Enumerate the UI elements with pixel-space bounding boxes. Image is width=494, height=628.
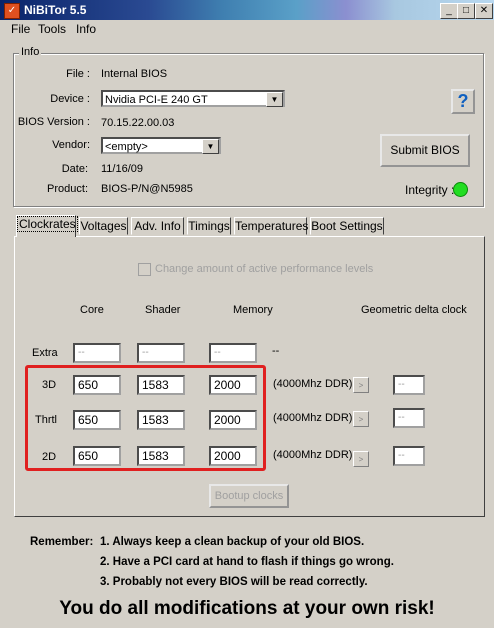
device-select-value: Nvidia PCI-E 240 GT (105, 94, 208, 106)
help-button[interactable]: ? (451, 89, 475, 114)
shader-header: Shader (145, 304, 181, 316)
row-thrtl-arrow-button[interactable]: > (353, 411, 369, 427)
core-header: Core (80, 304, 104, 316)
date-label: Date: (61, 163, 88, 175)
extra-label: Extra (32, 347, 58, 359)
extra-core-input[interactable]: -- (73, 343, 121, 363)
note-line-3: 3. Probably not every BIOS will be read … (100, 576, 368, 588)
window-title: NiBiTor 5.5 (24, 3, 87, 17)
tab-timings[interactable]: Timings (187, 217, 231, 235)
row-2d-ddr-label: (4000Mhz DDR) (273, 449, 353, 461)
tab-clockrates-label: Clockrates (17, 216, 78, 232)
menu-info[interactable]: Info (76, 22, 96, 36)
performance-levels-checkbox[interactable] (138, 263, 151, 276)
maximize-button[interactable]: □ (457, 3, 475, 19)
note-line-2: 2. Have a PCI card at hand to flash if t… (100, 556, 394, 568)
chevron-down-icon[interactable]: ▼ (202, 139, 219, 154)
file-value: Internal BIOS (101, 68, 168, 80)
date-value: 11/16/09 (101, 163, 144, 175)
vendor-select-value: <empty> (105, 141, 148, 153)
extra-ddr-label: -- (272, 345, 280, 357)
integrity-label: Integrity : (405, 183, 455, 197)
bios-version-value: 70.15.22.00.03 (101, 117, 175, 129)
row-2d-geo-input[interactable]: -- (393, 446, 425, 466)
row-thrtl-ddr-label: (4000Mhz DDR) (273, 412, 353, 424)
memory-header: Memory (233, 304, 273, 316)
extra-memory-input[interactable]: -- (209, 343, 257, 363)
row-2d-arrow-button[interactable]: > (353, 451, 369, 467)
product-value: BIOS-P/N@N5985 (101, 183, 193, 195)
tab-temperatures[interactable]: Temperatures (234, 217, 308, 235)
bios-version-label: BIOS Version : (17, 116, 90, 128)
row-3d-geo-input[interactable]: -- (393, 375, 425, 395)
info-group-label: Info (19, 46, 42, 58)
row-3d-ddr-label: (4000Mhz DDR) (273, 378, 353, 390)
close-button[interactable]: ✕ (475, 3, 493, 19)
vendor-label: Vendor: (52, 139, 90, 151)
submit-bios-button[interactable]: Submit BIOS (380, 134, 470, 167)
extra-shader-input[interactable]: -- (137, 343, 185, 363)
tab-voltages[interactable]: Voltages (79, 217, 128, 235)
vendor-select[interactable]: <empty> ▼ (101, 137, 221, 154)
remember-label: Remember: (30, 536, 94, 548)
note-line-1: 1. Always keep a clean backup of your ol… (100, 536, 365, 548)
bootup-clocks-button[interactable]: Bootup clocks (209, 484, 289, 508)
tab-clockrates[interactable]: Clockrates (16, 215, 78, 237)
help-icon: ? (457, 91, 469, 111)
file-label: File : (66, 68, 90, 80)
tab-adv-info[interactable]: Adv. Info (131, 217, 184, 235)
integrity-indicator (453, 182, 468, 197)
geometric-delta-header: Geometric delta clock (361, 304, 467, 316)
product-label: Product: (47, 183, 88, 195)
row-3d-arrow-button[interactable]: > (353, 377, 369, 393)
tab-boot-settings[interactable]: Boot Settings (310, 217, 384, 235)
risk-warning: You do all modifications at your own ris… (59, 598, 435, 619)
menu-tools[interactable]: Tools (38, 22, 66, 36)
row-thrtl-geo-input[interactable]: -- (393, 408, 425, 428)
highlight-box (25, 365, 266, 471)
chevron-down-icon[interactable]: ▼ (266, 92, 283, 107)
menu-file[interactable]: File (11, 22, 30, 36)
app-icon[interactable]: ✓ (4, 3, 20, 19)
device-select[interactable]: Nvidia PCI-E 240 GT ▼ (101, 90, 285, 107)
device-label: Device : (50, 93, 90, 105)
performance-levels-label: Change amount of active performance leve… (155, 263, 374, 275)
minimize-button[interactable]: _ (440, 3, 458, 19)
